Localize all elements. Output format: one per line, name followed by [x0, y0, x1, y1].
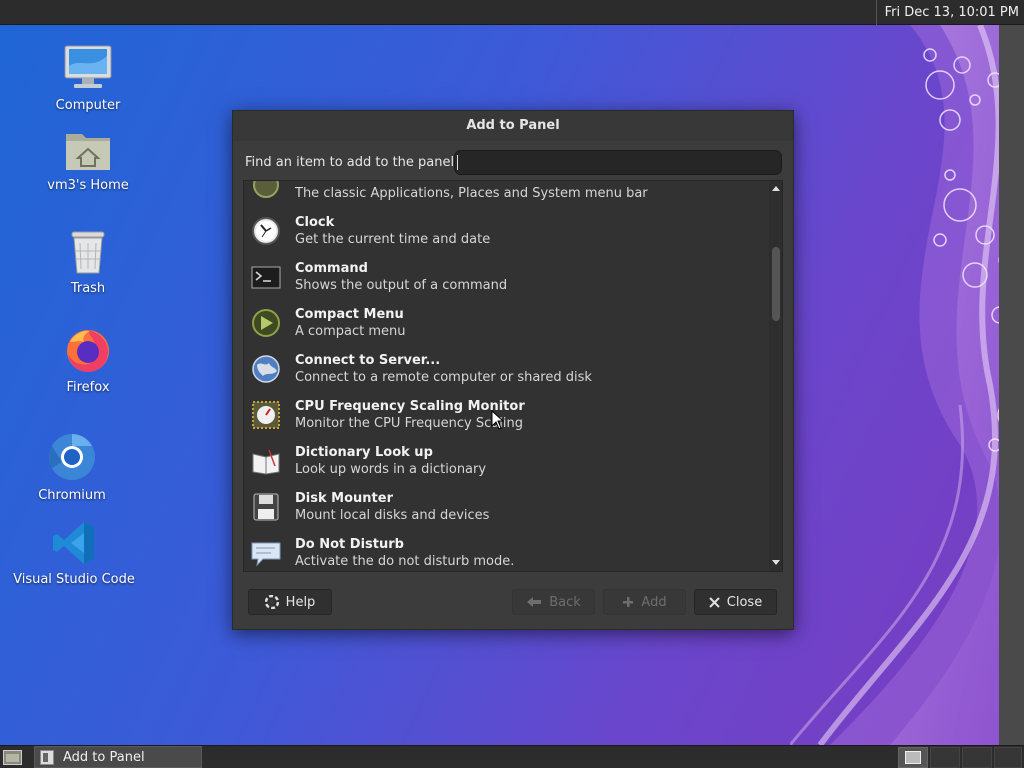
item-description: Activate the do not disturb mode. [295, 554, 515, 569]
workspace-switcher-2[interactable] [930, 747, 960, 768]
list-item[interactable]: Connect to Server... Connect to a remote… [244, 346, 768, 392]
item-description: Get the current time and date [295, 232, 491, 247]
clock-icon [251, 216, 281, 246]
item-description: Shows the output of a command [295, 278, 508, 293]
desktop-icon-label: Firefox [66, 380, 110, 395]
item-description: A compact menu [295, 324, 406, 339]
computer-icon [18, 44, 158, 96]
dictionary-book-icon [251, 446, 281, 476]
add-button-label: Add [641, 594, 667, 610]
network-globe-icon [251, 354, 281, 384]
list-item[interactable]: CPU Frequency Scaling Monitor Monitor th… [244, 392, 768, 438]
list-scrollbar[interactable] [769, 181, 782, 571]
item-name: Command [295, 261, 368, 276]
back-button[interactable]: Back [512, 589, 595, 615]
compact-menu-icon [251, 308, 281, 338]
show-desktop-icon[interactable] [3, 749, 22, 766]
desktop-icon-firefox[interactable]: Firefox [18, 326, 158, 395]
desktop-icon-label: Chromium [38, 488, 106, 503]
top-panel-clock[interactable]: Fri Dec 13, 10:01 PM [875, 0, 1024, 25]
item-name: Do Not Disturb [295, 537, 404, 552]
desktop-icon-home[interactable]: vm3's Home [18, 128, 158, 193]
help-button[interactable]: Help [248, 589, 332, 615]
workspace-switcher-3[interactable] [962, 747, 992, 768]
applet-list[interactable]: The classic Applications, Places and Sys… [243, 180, 783, 572]
back-arrow-icon [527, 597, 542, 607]
item-description: Monitor the CPU Frequency Scaling [295, 416, 523, 431]
item-name: Connect to Server... [295, 353, 441, 368]
desktop-icon-label: Visual Studio Code [13, 572, 135, 587]
top-panel: Fri Dec 13, 10:01 PM [0, 0, 1024, 25]
item-name: Disk Mounter [295, 491, 393, 506]
bottom-taskbar: Add to Panel [0, 745, 1024, 768]
list-item[interactable]: Compact Menu A compact menu [244, 300, 768, 346]
workspace-switcher-4[interactable] [994, 747, 1022, 768]
item-description: The classic Applications, Places and Sys… [295, 186, 648, 201]
desktop-icon-vscode[interactable]: Visual Studio Code [4, 520, 144, 587]
item-name: Compact Menu [295, 307, 404, 322]
scroll-thumb[interactable] [772, 247, 780, 321]
trash-icon [18, 229, 158, 279]
window-icon [40, 750, 54, 765]
do-not-disturb-icon [251, 538, 281, 568]
vscode-icon [4, 520, 144, 570]
add-to-panel-dialog: Add to Panel Find an item to add to the … [232, 110, 794, 630]
item-name: Dictionary Look up [295, 445, 433, 460]
list-item[interactable]: Command Shows the output of a command [244, 254, 768, 300]
chromium-icon [2, 432, 142, 486]
firefox-icon [18, 326, 158, 378]
help-lifebuoy-icon [264, 595, 279, 609]
taskbar-window-add-to-panel[interactable]: Add to Panel [34, 746, 202, 768]
back-button-label: Back [549, 594, 581, 610]
desktop-icon-chromium[interactable]: Chromium [2, 432, 142, 503]
text-caret [457, 155, 458, 170]
dialog-title[interactable]: Add to Panel [233, 111, 793, 141]
list-item[interactable]: The classic Applications, Places and Sys… [244, 181, 768, 208]
desktop-icon-computer[interactable]: Computer [18, 44, 158, 113]
search-input[interactable] [454, 150, 782, 175]
right-edge-strip [999, 25, 1024, 745]
item-name: Clock [295, 215, 335, 230]
wallpaper-decoration [790, 25, 1024, 745]
close-icon [709, 596, 720, 608]
find-label: Find an item to add to the panel: [245, 155, 459, 170]
terminal-icon [251, 262, 281, 292]
item-description: Connect to a remote computer or shared d… [295, 370, 592, 385]
floppy-disk-icon [251, 492, 281, 522]
wallpaper-swirl-graphic [790, 25, 1024, 745]
list-item[interactable]: Disk Mounter Mount local disks and devic… [244, 484, 768, 530]
close-button[interactable]: Close [694, 589, 777, 615]
desktop-icon-label: Trash [70, 281, 106, 296]
taskbar-window-label: Add to Panel [63, 750, 145, 765]
mouse-cursor-icon [491, 410, 505, 430]
help-button-label: Help [285, 594, 316, 610]
cpu-gauge-icon [251, 400, 281, 430]
plus-icon [623, 597, 634, 607]
list-item[interactable]: Clock Get the current time and date [244, 208, 768, 254]
desktop-icon-trash[interactable]: Trash [18, 229, 158, 296]
home-folder-icon [18, 128, 158, 176]
workspace-switcher-1[interactable] [898, 747, 928, 768]
list-item[interactable]: Do Not Disturb Activate the do not distu… [244, 530, 768, 571]
scroll-down-arrow-icon[interactable] [771, 557, 781, 567]
desktop-icon-label: Computer [55, 98, 121, 113]
desktop-icon-label: vm3's Home [47, 178, 129, 193]
menu-bar-icon [251, 181, 281, 200]
scroll-up-arrow-icon[interactable] [771, 184, 781, 194]
item-description: Mount local disks and devices [295, 508, 490, 523]
close-button-label: Close [726, 594, 763, 610]
item-description: Look up words in a dictionary [295, 462, 487, 477]
add-button[interactable]: Add [603, 589, 686, 615]
list-item[interactable]: Dictionary Look up Look up words in a di… [244, 438, 768, 484]
